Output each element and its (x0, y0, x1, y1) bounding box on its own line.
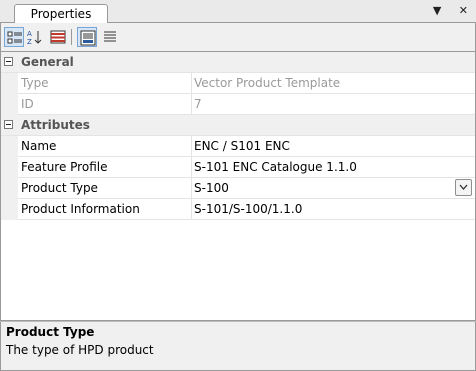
property-name: Product Type (21, 181, 98, 195)
property-value[interactable]: ENC / S101 ENC (194, 139, 290, 153)
property-row-product-type[interactable]: Product Type S-100 (1, 178, 475, 199)
svg-text:A: A (27, 30, 32, 38)
property-value: Vector Product Template (194, 76, 341, 90)
toolbar-separator (71, 29, 72, 45)
property-name: Type (21, 76, 49, 90)
property-row-type[interactable]: Type Vector Product Template (1, 73, 475, 94)
property-row-name[interactable]: Name ENC / S101 ENC (1, 136, 475, 157)
category-label: Attributes (21, 118, 90, 132)
property-name: Product Information (21, 202, 140, 216)
tab-properties[interactable]: Properties (14, 4, 108, 23)
categorized-icon (7, 31, 22, 44)
dropdown-button[interactable] (455, 179, 472, 196)
alphabetical-button[interactable]: A Z (25, 27, 45, 47)
collapse-icon[interactable] (4, 120, 13, 129)
tab-strip: Properties ▼ ✕ (0, 0, 476, 23)
property-name: Feature Profile (21, 160, 108, 174)
category-attributes[interactable]: Attributes (1, 115, 475, 136)
description-button[interactable] (100, 27, 120, 47)
property-name: Name (21, 139, 57, 153)
property-row-id[interactable]: ID 7 (1, 94, 475, 115)
category-general[interactable]: General (1, 52, 475, 73)
chevron-down-icon (459, 184, 468, 190)
category-label: General (21, 55, 74, 69)
property-pages-button[interactable] (48, 27, 68, 47)
property-pages-icon (50, 30, 66, 44)
property-value: 7 (194, 97, 202, 111)
property-value[interactable]: S-101/S-100/1.1.0 (194, 202, 302, 216)
property-value[interactable]: S-101 ENC Catalogue 1.1.0 (194, 160, 357, 174)
description-icon (104, 31, 116, 42)
property-row-product-information[interactable]: Product Information S-101/S-100/1.1.0 (1, 199, 475, 220)
property-value[interactable]: S-100 (194, 181, 229, 195)
help-description: The type of HPD product (6, 343, 154, 357)
window-menu-icon[interactable]: ▼ (433, 4, 441, 17)
close-icon[interactable]: ✕ (459, 4, 468, 17)
help-visible-icon (80, 30, 96, 46)
help-title: Product Type (6, 325, 95, 339)
property-row-feature-profile[interactable]: Feature Profile S-101 ENC Catalogue 1.1.… (1, 157, 475, 178)
property-name: ID (21, 97, 34, 111)
categorized-button[interactable] (4, 27, 24, 47)
alphabetical-icon: A Z (27, 30, 42, 45)
help-pane-button[interactable] (77, 27, 97, 47)
tab-controls: ▼ ✕ (419, 4, 468, 17)
svg-text:Z: Z (27, 38, 32, 45)
help-pane: Product Type The type of HPD product (0, 322, 476, 371)
property-grid: General Type Vector Product Template ID … (0, 51, 476, 321)
collapse-icon[interactable] (4, 57, 13, 66)
toolbar: A Z (0, 23, 476, 51)
